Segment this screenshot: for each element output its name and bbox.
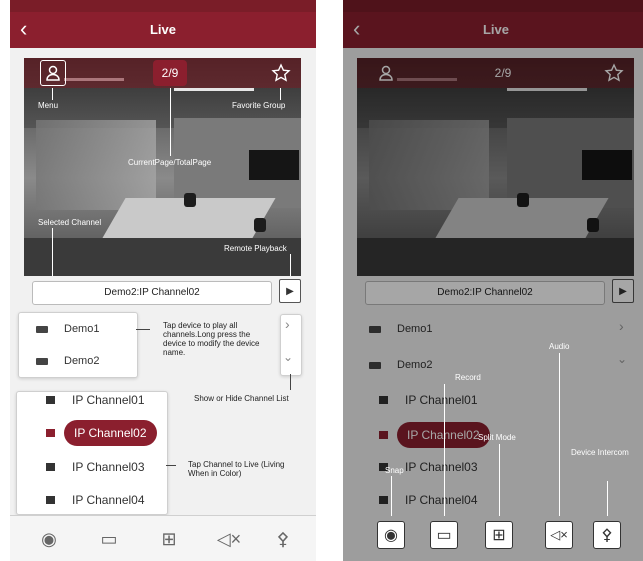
microphone-icon[interactable]: ⚴ xyxy=(268,524,298,554)
channel-item[interactable]: IP Channel04 xyxy=(32,485,182,515)
channel-item[interactable]: IP Channel03 xyxy=(32,452,182,482)
star-icon[interactable] xyxy=(268,60,294,86)
annotation-device-intercom: Device Intercom xyxy=(571,448,629,457)
mute-icon[interactable]: ◁× xyxy=(545,521,573,549)
device-icon xyxy=(36,326,48,333)
dim-overlay xyxy=(343,0,643,561)
status-bar xyxy=(10,0,316,12)
annotation-remote-playback: Remote Playback xyxy=(224,244,287,253)
main-content: 2/9 Demo2:IP Channel02 ▶ Demo1 › Demo2 ⌄… xyxy=(343,0,643,561)
annotation-menu: Menu xyxy=(38,101,59,110)
channel-item-active[interactable]: IP Channel02 xyxy=(32,418,182,448)
device-item[interactable]: Demo2 xyxy=(28,346,138,376)
device-icon xyxy=(36,358,48,365)
main-content: 2/9 Menu Favorite Group CurrentPage/Tota… xyxy=(10,48,316,561)
chevron-right-icon[interactable]: › xyxy=(285,316,290,332)
camera-icon xyxy=(46,429,55,437)
annotation-record: Record xyxy=(455,373,481,382)
chevron-down-icon[interactable]: ⌄ xyxy=(283,350,293,364)
grid-icon[interactable]: ⊞ xyxy=(485,521,513,549)
annotation-favorite-group: Favorite Group xyxy=(232,101,286,110)
selected-channel-bar[interactable]: Demo2:IP Channel02 xyxy=(32,281,272,305)
user-icon[interactable] xyxy=(40,60,66,86)
page-title: Live xyxy=(149,22,176,37)
bottom-toolbar: ◉ ▭ ⊞ ◁× ⚴ xyxy=(343,515,643,561)
channel-item[interactable]: IP Channel01 xyxy=(32,385,182,415)
right-phone-screen: ‹ Live 2/9 Demo2:IP Channel02 ▶ Demo1 › … xyxy=(343,0,643,561)
record-icon[interactable]: ▭ xyxy=(94,524,124,554)
microphone-icon[interactable]: ⚴ xyxy=(593,521,621,549)
camera-icon xyxy=(46,396,55,404)
page-indicator: 2/9 xyxy=(153,60,187,86)
annotation-show-hide: Show or Hide Channel List xyxy=(194,394,289,403)
device-item[interactable]: Demo1 xyxy=(28,314,138,344)
annotation-current-page: CurrentPage/TotalPage xyxy=(128,158,212,167)
mute-icon[interactable]: ◁× xyxy=(214,524,244,554)
live-video-view[interactable]: 2/9 Menu Favorite Group CurrentPage/Tota… xyxy=(24,58,301,276)
annotation-tap-device: Tap device to play all channels.Long pre… xyxy=(163,321,260,357)
camera-icon[interactable]: ◉ xyxy=(377,521,405,549)
camera-icon xyxy=(46,496,55,504)
camera-icon xyxy=(46,463,55,471)
nav-bar: ‹ Live xyxy=(10,12,316,48)
annotation-tap-channel: Tap Channel to Live (Living When in Colo… xyxy=(188,460,285,478)
left-phone-screen: ‹ Live 2/9 Menu Favorite Group CurrentPa… xyxy=(10,0,316,561)
grid-icon[interactable]: ⊞ xyxy=(154,524,184,554)
record-icon[interactable]: ▭ xyxy=(430,521,458,549)
camera-icon[interactable]: ◉ xyxy=(34,524,64,554)
list-controls-card xyxy=(280,314,302,376)
playback-icon[interactable]: ▶ xyxy=(279,279,301,303)
annotation-snap: Snap xyxy=(385,466,404,475)
tv-image xyxy=(249,150,299,180)
annotation-audio: Audio xyxy=(549,342,570,351)
annotation-split-mode: Split Mode xyxy=(478,433,516,442)
bottom-toolbar: ◉ ▭ ⊞ ◁× ⚴ xyxy=(10,515,316,561)
annotation-selected-channel: Selected Channel xyxy=(38,218,102,227)
